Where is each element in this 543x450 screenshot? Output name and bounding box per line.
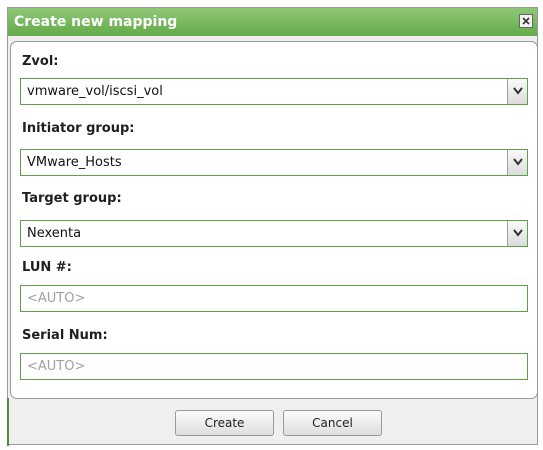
zvol-select[interactable]: vmware_vol/iscsi_vol — [20, 78, 528, 105]
initiator-group-select[interactable]: VMware_Hosts — [20, 149, 528, 176]
initiator-group-label: Initiator group: — [22, 121, 135, 136]
dialog-title: Create new mapping — [14, 14, 178, 30]
chevron-down-icon[interactable] — [507, 221, 527, 246]
lun-input[interactable] — [20, 285, 528, 312]
target-group-select-value: Nexenta — [27, 226, 82, 241]
zvol-select-value: vmware_vol/iscsi_vol — [27, 84, 163, 99]
serial-num-input[interactable] — [20, 353, 528, 380]
target-group-select[interactable]: Nexenta — [20, 220, 528, 247]
lun-label: LUN #: — [22, 260, 72, 275]
window-edge — [7, 398, 9, 446]
zvol-label: Zvol: — [22, 54, 59, 69]
cancel-button[interactable]: Cancel — [283, 410, 382, 436]
close-icon[interactable] — [519, 14, 533, 28]
create-button[interactable]: Create — [175, 410, 274, 436]
form-panel: Zvol: vmware_vol/iscsi_vol Initiator gro… — [10, 41, 538, 399]
chevron-down-icon[interactable] — [507, 150, 527, 175]
chevron-down-icon[interactable] — [507, 79, 527, 104]
serial-num-label: Serial Num: — [22, 328, 108, 343]
dialog-titlebar[interactable]: Create new mapping — [8, 8, 537, 36]
initiator-group-select-value: VMware_Hosts — [27, 155, 122, 170]
target-group-label: Target group: — [22, 191, 122, 206]
